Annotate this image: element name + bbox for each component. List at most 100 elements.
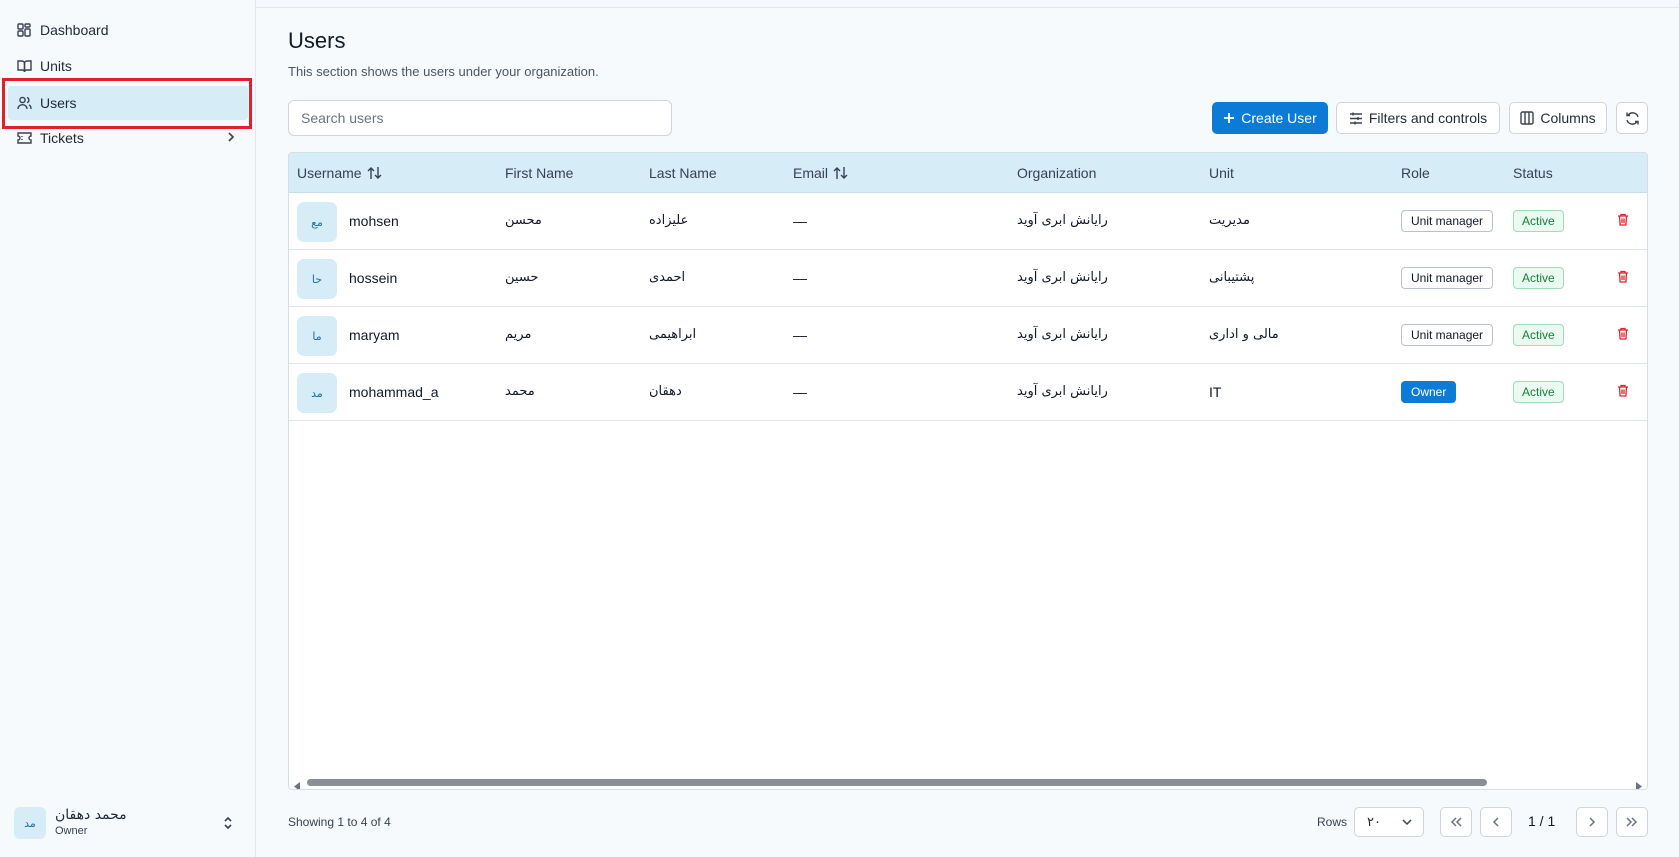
table-row[interactable]: مد mohammad_a محمد دهقان — رایانش ابری آ… — [289, 364, 1647, 421]
last-name-cell: علیزاده — [649, 213, 689, 228]
role-badge: Unit manager — [1401, 267, 1494, 289]
email-cell: — — [793, 213, 807, 229]
prev-page-button[interactable] — [1480, 807, 1512, 837]
sidebar-item-label: Dashboard — [40, 22, 109, 38]
column-last-name[interactable]: Last Name — [649, 165, 717, 181]
column-first-name[interactable]: First Name — [505, 165, 573, 181]
avatar: مد — [297, 373, 337, 413]
column-email[interactable]: Email — [793, 165, 848, 181]
role-badge: Unit manager — [1401, 324, 1494, 346]
scroll-left-icon[interactable] — [293, 778, 301, 789]
username-cell: mohsen — [349, 213, 399, 229]
table-row[interactable]: حا hossein حسین احمدی — رایانش ابری آوید… — [289, 250, 1647, 307]
user-name: محمد دهقان — [55, 807, 127, 823]
first-page-button[interactable] — [1440, 807, 1472, 837]
trash-icon[interactable] — [1617, 327, 1629, 345]
username-cell: maryam — [349, 327, 400, 343]
trash-icon[interactable] — [1617, 270, 1629, 288]
trash-icon[interactable] — [1617, 384, 1629, 402]
horizontal-scrollbar[interactable] — [289, 775, 1647, 789]
sort-icon[interactable] — [367, 166, 382, 180]
filters-button[interactable]: Filters and controls — [1336, 102, 1500, 134]
last-name-cell: ابراهیمی — [649, 327, 697, 342]
sort-icon[interactable] — [833, 166, 848, 180]
page-indicator: 1 / 1 — [1528, 813, 1556, 829]
email-cell: — — [793, 327, 807, 343]
ticket-icon — [16, 130, 32, 146]
users-icon — [16, 95, 32, 111]
sidebar-item-label: Users — [40, 95, 77, 111]
showing-count: Showing 1 to 4 of 4 — [288, 815, 391, 829]
column-status[interactable]: Status — [1513, 165, 1553, 181]
email-cell: — — [793, 384, 807, 400]
unit-cell: IT — [1209, 384, 1222, 400]
sidebar-item-users[interactable]: Users — [8, 86, 248, 120]
top-divider — [256, 7, 1679, 8]
first-name-cell: محسن — [505, 213, 542, 228]
last-name-cell: دهقان — [649, 384, 682, 399]
scroll-right-icon[interactable] — [1635, 778, 1643, 789]
chevron-right-icon — [1587, 816, 1597, 828]
status-badge: Active — [1513, 324, 1564, 346]
sidebar-item-units[interactable]: Units — [8, 49, 248, 83]
organization-cell: رایانش ابری آوید — [1017, 213, 1108, 228]
book-icon — [16, 58, 32, 74]
column-role[interactable]: Role — [1401, 165, 1430, 181]
sidebar-item-dashboard[interactable]: Dashboard — [8, 13, 248, 47]
unit-cell: پشتیبانی — [1209, 270, 1255, 285]
page-subtitle: This section shows the users under your … — [288, 64, 599, 79]
columns-button[interactable]: Columns — [1509, 102, 1607, 134]
status-badge: Active — [1513, 381, 1564, 403]
organization-cell: رایانش ابری آوید — [1017, 327, 1108, 342]
plus-icon — [1223, 112, 1235, 124]
username-cell: hossein — [349, 270, 398, 286]
chevron-left-icon — [1491, 816, 1501, 828]
sidebar-item-label: Tickets — [40, 130, 84, 146]
refresh-icon — [1625, 111, 1640, 126]
table-header: Username First Name Last Name Email Orga… — [289, 153, 1647, 193]
next-page-button[interactable] — [1576, 807, 1608, 837]
create-user-button[interactable]: Create User — [1212, 102, 1328, 134]
dashboard-icon — [16, 22, 32, 38]
sidebar-item-tickets[interactable]: Tickets — [8, 121, 248, 155]
user-menu[interactable]: مد محمد دهقان Owner — [14, 803, 242, 843]
chevron-updown-icon — [222, 815, 234, 836]
table-row[interactable]: مع mohsen محسن علیزاده — رایانش ابری آوی… — [289, 193, 1647, 250]
unit-cell: مدیریت — [1209, 213, 1250, 228]
column-unit[interactable]: Unit — [1209, 165, 1234, 181]
role-badge: Unit manager — [1401, 210, 1494, 232]
avatar: حا — [297, 259, 337, 299]
refresh-button[interactable] — [1616, 102, 1648, 134]
trash-icon[interactable] — [1617, 213, 1629, 231]
username-cell: mohammad_a — [349, 384, 439, 400]
status-badge: Active — [1513, 267, 1564, 289]
organization-cell: رایانش ابری آوید — [1017, 384, 1108, 399]
role-badge: Owner — [1401, 381, 1457, 403]
columns-icon — [1520, 111, 1535, 125]
last-page-button[interactable] — [1616, 807, 1648, 837]
last-name-cell: احمدی — [649, 270, 686, 285]
sidebar: Dashboard Units Users Tickets مد محمد ده… — [0, 0, 256, 857]
chevrons-right-icon — [1625, 816, 1639, 828]
first-name-cell: حسین — [505, 270, 539, 285]
first-name-cell: محمد — [505, 384, 535, 399]
search-input[interactable] — [288, 100, 672, 136]
chevron-down-icon — [1401, 816, 1413, 832]
organization-cell: رایانش ابری آوید — [1017, 270, 1108, 285]
rows-label: Rows — [1317, 815, 1348, 829]
avatar: ما — [297, 316, 337, 356]
first-name-cell: مریم — [505, 327, 532, 342]
table-row[interactable]: ما maryam مریم ابراهیمی — رایانش ابری آو… — [289, 307, 1647, 364]
status-badge: Active — [1513, 210, 1564, 232]
column-username[interactable]: Username — [297, 165, 382, 181]
page-title: Users — [288, 28, 346, 53]
avatar: مد — [14, 807, 46, 839]
column-organization[interactable]: Organization — [1017, 165, 1096, 181]
scrollbar-thumb[interactable] — [307, 779, 1487, 786]
users-table: Username First Name Last Name Email Orga… — [288, 152, 1648, 790]
user-role: Owner — [55, 825, 88, 837]
email-cell: — — [793, 270, 807, 286]
chevrons-left-icon — [1449, 816, 1463, 828]
sliders-icon — [1349, 112, 1363, 125]
rows-per-page-select[interactable]: ۲۰ — [1354, 807, 1424, 837]
